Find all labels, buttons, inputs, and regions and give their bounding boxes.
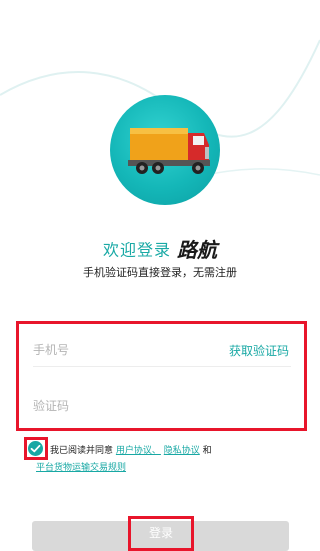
code-input[interactable] [33,392,283,420]
phone-input[interactable] [33,336,203,364]
agreement-text: 我已阅读并同意 用户协议、 隐私协议 和 [50,443,212,456]
check-icon [30,444,41,453]
privacy-policy-link[interactable]: 隐私协议 [164,446,200,456]
get-code-button[interactable]: 获取验证码 [229,342,289,359]
agreement-prefix: 我已阅读并同意 [50,446,114,456]
transport-rules-link[interactable]: 平台货物运输交易规则 [36,460,126,473]
phone-row: 获取验证码 [33,336,291,367]
agree-checkbox[interactable] [28,441,43,456]
subtitle: 手机验证码直接登录，无需注册 [83,266,237,279]
agreement-and: 和 [202,446,212,456]
title-row: 欢迎登录 路航 [0,234,320,263]
brand-name: 路航 [177,238,217,262]
truck-logo-icon [110,95,220,205]
welcome-text: 欢迎登录 [102,240,171,260]
user-agreement-link[interactable]: 用户协议、 [116,446,161,456]
login-button-label: 登录 [148,526,173,540]
login-form-highlight: 获取验证码 [16,321,307,431]
